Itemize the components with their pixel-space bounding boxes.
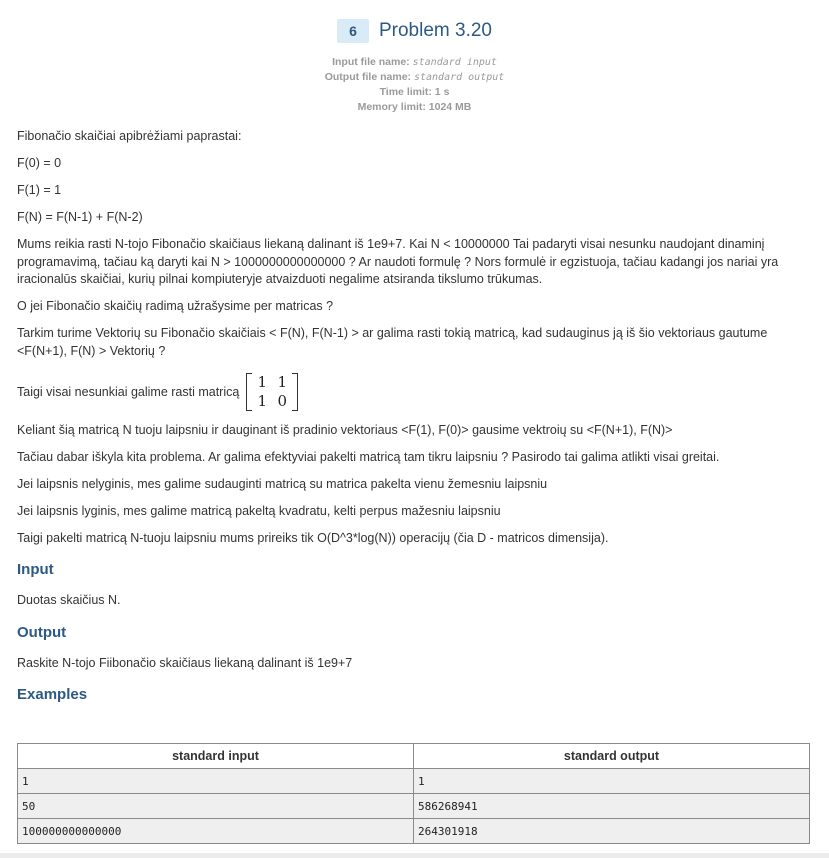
example-input[interactable]: 100000000000000: [17, 818, 414, 844]
time-limit: Time limit: 1 s: [0, 85, 829, 100]
output-file-label: Output file name:: [324, 71, 412, 83]
statement-intro: Fibonačio skaičiai apibrėžiami paprastai…: [17, 129, 242, 143]
statement-para-8: Taigi pakelti matricą N-tuoju laipsniu m…: [17, 530, 609, 545]
formula-f0: F(0) = 0: [17, 156, 62, 170]
matrix-grid: 1 1 1 0: [252, 373, 292, 411]
formula-fn: F(N) = F(N-1) + F(N-2): [17, 210, 143, 224]
title-row: 6 Problem 3.20: [0, 18, 829, 44]
problem-statement: Fibonačio skaičiai apibrėžiami paprastai…: [17, 128, 812, 717]
problem-header: 6 Problem 3.20 Input file name: standard…: [0, 18, 829, 115]
output-file-line: Output file name: standard output: [0, 70, 829, 85]
matrix-intro-text: Taigi visai nesunkiai galime rasti matri…: [17, 384, 240, 399]
table-row: 50 586268941: [17, 793, 810, 819]
input-description: Duotas skaičius N.: [17, 593, 121, 607]
example-output[interactable]: 586268941: [413, 793, 810, 819]
example-input[interactable]: 50: [17, 793, 414, 819]
statement-para-6: Jei laipsnis nelyginis, mes galime sudau…: [17, 476, 548, 491]
examples-heading: Examples: [17, 686, 88, 703]
statement-para-1: Mums reikia rasti N-tojo Fibonačio skaič…: [17, 237, 779, 286]
output-file-value: standard output: [413, 72, 505, 83]
memory-limit: Memory limit: 1024 MB: [0, 100, 829, 115]
matrix-cell: 0: [277, 391, 288, 410]
examples-table: standard input standard output 1 1 50 58…: [17, 743, 810, 844]
page-bottom-divider: [0, 853, 829, 858]
time-limit-text: Time limit: 1 s: [379, 86, 450, 98]
matrix-cell: 1: [257, 391, 268, 410]
output-description: Raskite N-tojo Fiibonačio skaičiaus liek…: [17, 655, 353, 670]
table-row: 1 1: [17, 768, 810, 794]
matrix-line: Taigi visai nesunkiai galime rasti matri…: [17, 370, 812, 414]
matrix-cell: 1: [277, 372, 288, 391]
statement-para-3: Tarkim turime Vektorių su Fibonačio skai…: [17, 326, 768, 358]
statement-para-7: Jei laipsnis lyginis, mes galime matricą…: [17, 503, 501, 518]
formula-f1: F(1) = 1: [17, 183, 62, 197]
example-output[interactable]: 1: [413, 768, 810, 794]
col-header-output: standard output: [413, 743, 810, 769]
input-file-line: Input file name: standard input: [0, 55, 829, 70]
examples-header-row: standard input standard output: [17, 743, 810, 769]
statement-para-5: Tačiau dabar iškyla kita problema. Ar ga…: [17, 449, 720, 464]
col-header-input: standard input: [17, 743, 414, 769]
output-heading: Output: [17, 623, 67, 641]
input-file-label: Input file name:: [332, 56, 410, 68]
statement-para-2: O jei Fibonačio skaičių radimą užrašysim…: [17, 299, 334, 313]
input-heading: Input: [17, 561, 54, 578]
fibonacci-matrix: 1 1 1 0: [246, 372, 299, 411]
statement-para-4: Keliant šią matricą N tuoju laipsniu ir …: [17, 422, 673, 437]
memory-limit-text: Memory limit: 1024 MB: [357, 101, 472, 113]
problem-meta: Input file name: standard input Output f…: [0, 55, 829, 115]
problem-number-badge: 6: [336, 19, 369, 43]
problem-title: Problem 3.20: [378, 20, 492, 41]
input-file-value: standard input: [412, 57, 497, 68]
example-input[interactable]: 1: [17, 768, 414, 794]
matrix-right-bracket: [292, 372, 299, 411]
example-output[interactable]: 264301918: [413, 818, 810, 844]
matrix-cell: 1: [257, 372, 268, 391]
table-row: 100000000000000 264301918: [17, 818, 810, 844]
